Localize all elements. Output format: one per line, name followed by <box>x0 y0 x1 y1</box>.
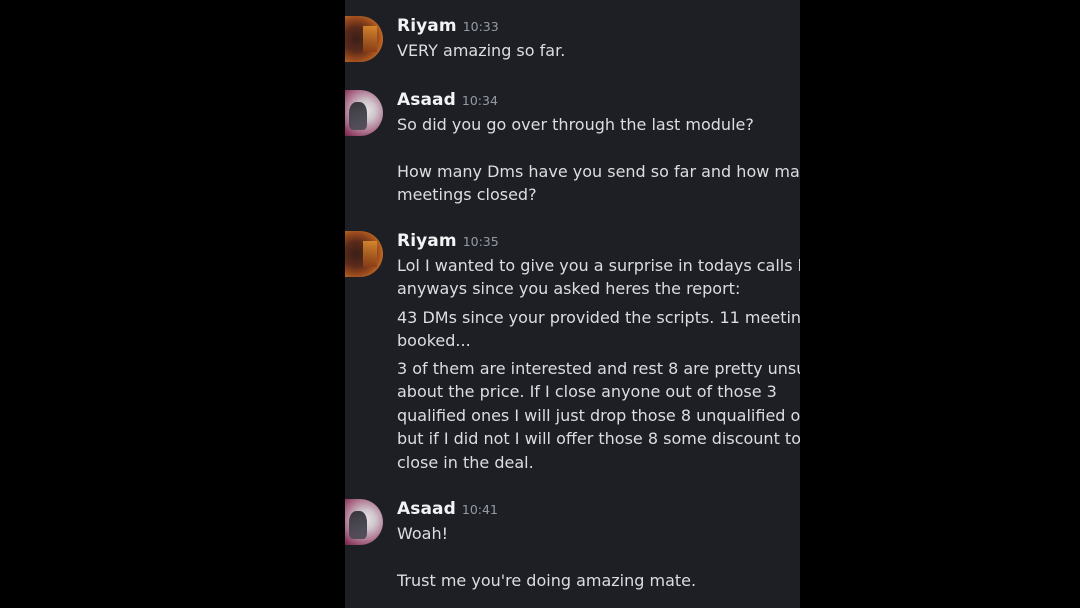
message-text: qualified ones I will just drop those 8 … <box>397 406 800 425</box>
message-text: about the price. If I close anyone out o… <box>397 382 777 401</box>
user-avatar-icon[interactable] <box>345 90 383 136</box>
message-text: 43 DMs since your provided the scripts. … <box>397 308 800 327</box>
message-text: Woah! <box>397 524 449 543</box>
chat-panel: Riyam 10:33 VERY amazing so far. Asaad 10:… <box>345 0 800 608</box>
user-avatar-icon[interactable] <box>345 231 383 277</box>
message-timestamp: 10:34 <box>461 93 498 108</box>
message-text: So did you go over through the last modu… <box>397 115 754 134</box>
author-name[interactable]: Riyam <box>397 16 457 36</box>
message-text: but if I did not I will offer those 8 so… <box>397 429 800 448</box>
author-name[interactable]: Riyam <box>397 231 457 251</box>
message-text: meetings closed? <box>397 185 537 204</box>
message-text: How many Dms have you send so far and ho… <box>397 162 800 181</box>
message-text: anyways since you asked heres the report… <box>397 279 741 298</box>
message-header: Riyam 10:35 <box>397 231 499 251</box>
message-text: Trust me you're doing amazing mate. <box>397 571 697 590</box>
message-text: close in the deal. <box>397 453 534 472</box>
message-text: Lol I wanted to give you a surprise in t… <box>397 256 800 275</box>
message-timestamp: 10:41 <box>461 502 498 517</box>
message-header: Riyam 10:33 <box>397 16 499 36</box>
user-avatar-icon[interactable] <box>345 499 383 545</box>
author-name[interactable]: Asaad <box>397 499 456 519</box>
message-timestamp: 10:33 <box>462 19 499 34</box>
author-name[interactable]: Asaad <box>397 90 456 110</box>
message-text: booked... <box>397 331 471 350</box>
message-timestamp: 10:35 <box>462 234 499 249</box>
message-header: Asaad 10:34 <box>397 90 498 110</box>
message-header: Asaad 10:41 <box>397 499 498 519</box>
user-avatar-icon[interactable] <box>345 16 383 62</box>
message-text: VERY amazing so far. <box>397 41 566 60</box>
message-text: 3 of them are interested and rest 8 are … <box>397 359 800 378</box>
